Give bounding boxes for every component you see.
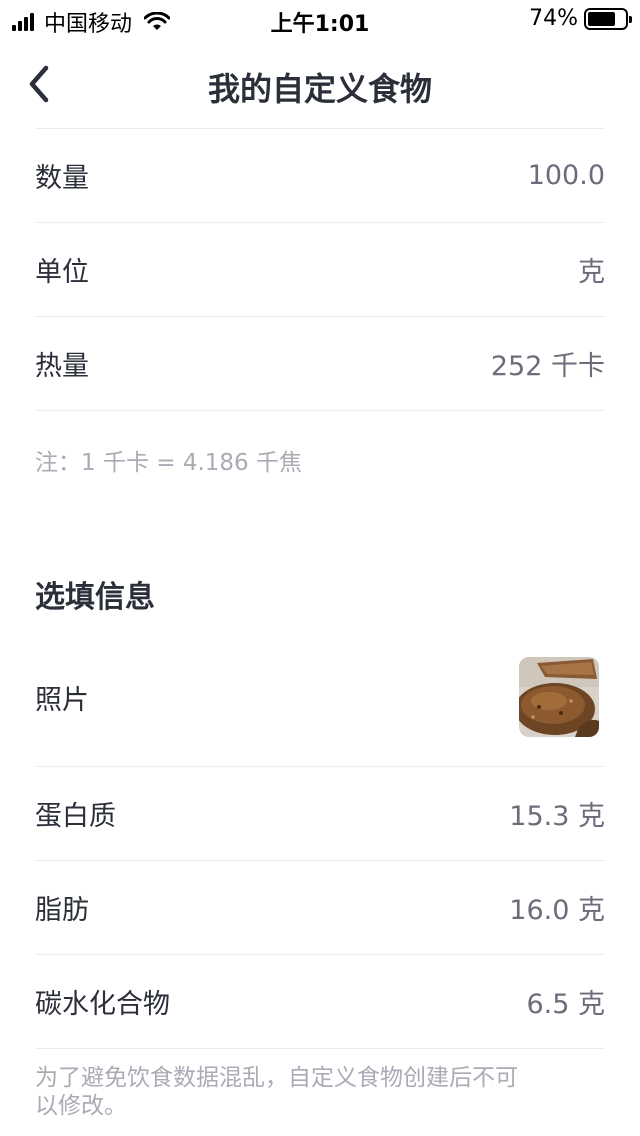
row-label: 蛋白质 — [35, 801, 116, 832]
calories-row[interactable]: 热量 252 千卡 — [35, 316, 605, 410]
row-label: 脂肪 — [35, 895, 89, 926]
row-value: 100.0 — [527, 160, 605, 191]
unit-row[interactable]: 单位 克 — [35, 222, 605, 316]
food-photo-image — [519, 657, 599, 737]
food-photo-thumbnail[interactable] — [519, 657, 599, 737]
row-value: 252 千卡 — [490, 351, 605, 382]
fat-row[interactable]: 脂肪 16.0 克 — [35, 860, 605, 954]
optional-info-list: 照片 蛋白质 15.3 克 脂肪 16.0 克 碳水化合物 6.5 克 — [35, 628, 605, 1049]
photo-row[interactable]: 照片 — [35, 628, 605, 766]
quantity-row[interactable]: 数量 100.0 — [35, 128, 605, 222]
optional-section-title: 选填信息 — [35, 580, 155, 615]
row-label: 单位 — [35, 257, 89, 288]
row-label: 碳水化合物 — [35, 989, 170, 1020]
carbohydrate-row[interactable]: 碳水化合物 6.5 克 — [35, 954, 605, 1048]
page-title: 我的自定义食物 — [207, 70, 432, 108]
row-value: 克 — [578, 257, 605, 288]
footer-note: 为了避免饮食数据混乱，自定义食物创建后不可以修改。 — [35, 1065, 518, 1119]
basic-info-list: 数量 100.0 单位 克 热量 252 千卡 注：1 千卡 = 4.186 千… — [35, 128, 605, 477]
row-label: 热量 — [35, 351, 89, 382]
energy-note: 注：1 千卡 = 4.186 千焦 — [35, 450, 302, 476]
battery-level-fill — [588, 11, 615, 26]
row-value: 15.3 克 — [509, 801, 605, 832]
row-value: 16.0 克 — [509, 895, 605, 926]
list-divider — [35, 1048, 605, 1049]
row-value: 6.5 克 — [526, 989, 605, 1020]
battery-icon — [584, 7, 632, 30]
nav-bar: 我的自定义食物 — [0, 40, 640, 128]
protein-row[interactable]: 蛋白质 15.3 克 — [35, 766, 605, 860]
row-label: 数量 — [35, 163, 89, 194]
row-label: 照片 — [35, 684, 89, 716]
status-bar: 中国移动 上午1:01 74% — [0, 0, 640, 40]
battery-percent: 74% — [529, 6, 578, 31]
status-right: 74% — [529, 6, 632, 31]
energy-note-wrap: 注：1 千卡 = 4.186 千焦 — [35, 410, 605, 477]
